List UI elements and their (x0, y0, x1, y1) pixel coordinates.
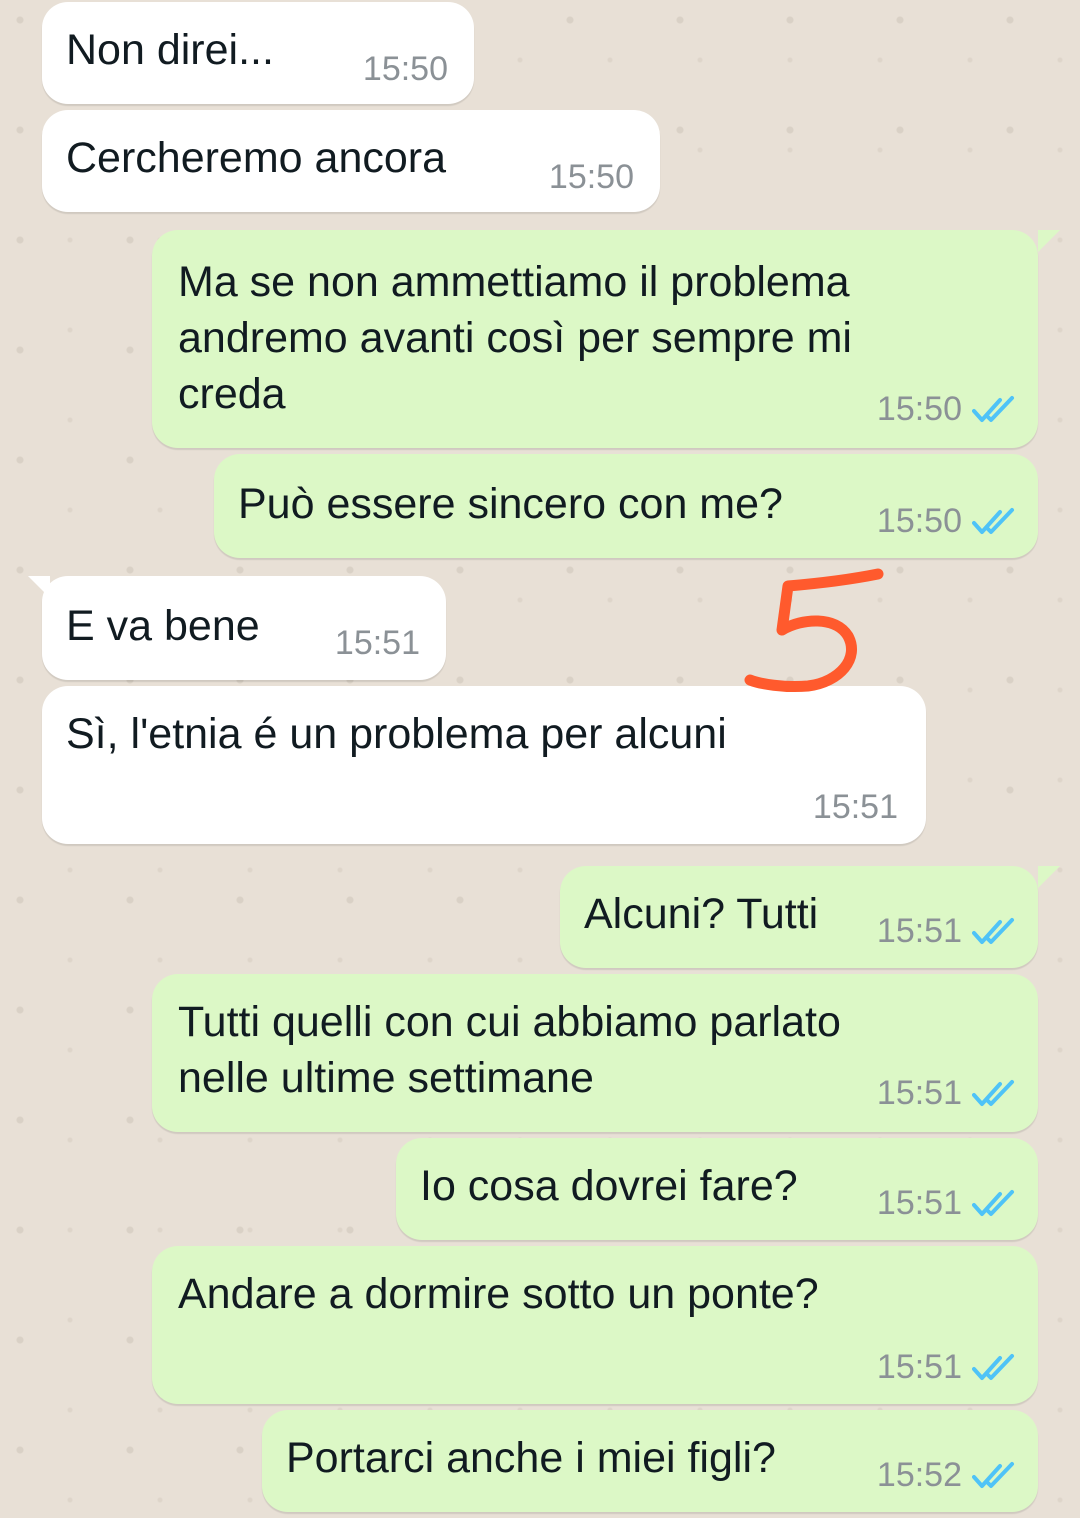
message-meta: 15:51 (877, 912, 1016, 951)
double-check-icon (972, 1189, 1014, 1216)
message-text: E va bene (66, 602, 260, 650)
message-text-line: andremo avanti così per sempre mi (178, 314, 852, 362)
double-check-icon (972, 507, 1014, 534)
message-time: 15:52 (876, 1456, 962, 1494)
message-time: 15:51 (876, 1184, 962, 1222)
outgoing-message-bubble[interactable]: Alcuni? Tutti 15:51 (560, 866, 1060, 968)
double-check-icon (972, 395, 1014, 422)
outgoing-message-bubble[interactable]: Tutti quelli con cui abbiamo parlato nel… (152, 974, 1038, 1132)
message-meta: 15:51 (877, 1074, 1016, 1113)
message-text: Io cosa dovrei fare? (420, 1162, 798, 1210)
message-meta: 15:51 (877, 1348, 1016, 1387)
message-text: Andare a dormire sotto un ponte? (178, 1270, 819, 1318)
outgoing-message-bubble[interactable]: Io cosa dovrei fare? 15:51 (396, 1138, 1038, 1240)
message-text: Sì, l'etnia é un problema per alcuni (66, 710, 727, 758)
message-meta: 15:51 (877, 1184, 1016, 1223)
incoming-message-bubble[interactable]: E va bene 15:51 (28, 576, 446, 680)
message-time: 15:50 (876, 502, 962, 540)
message-meta: 15:52 (877, 1456, 1016, 1495)
message-meta: 15:50 (877, 390, 1016, 429)
message-meta: 15:51 (813, 788, 898, 827)
outgoing-message-bubble[interactable]: Ma se non ammettiamo il problema andremo… (152, 230, 1060, 448)
message-time: 15:51 (876, 1348, 962, 1386)
message-meta: 15:50 (363, 50, 448, 89)
message-time: 15:51 (876, 912, 962, 950)
message-text-line: Tutti quelli con cui abbiamo parlato (178, 998, 841, 1046)
double-check-icon (972, 1079, 1014, 1106)
incoming-message-bubble[interactable]: Sì, l'etnia é un problema per alcuni 15:… (42, 686, 926, 844)
message-text: Può essere sincero con me? (238, 480, 783, 528)
double-check-icon (972, 1353, 1014, 1380)
message-text: Non direi... (66, 26, 274, 74)
double-check-icon (972, 917, 1014, 944)
message-time: 15:50 (876, 390, 962, 428)
message-text: Cercheremo ancora (66, 134, 447, 182)
message-meta: 15:50 (877, 502, 1016, 541)
outgoing-message-bubble[interactable]: Può essere sincero con me? 15:50 (214, 454, 1038, 558)
outgoing-message-bubble[interactable]: Portarci anche i miei figli? 15:52 (262, 1410, 1038, 1512)
message-meta: 15:51 (335, 624, 420, 663)
message-time: 15:51 (812, 788, 898, 826)
handwritten-number-annotation (744, 568, 884, 692)
double-check-icon (972, 1461, 1014, 1488)
outgoing-message-bubble[interactable]: Andare a dormire sotto un ponte? 15:51 (152, 1246, 1038, 1404)
message-text-line: creda (178, 370, 286, 418)
message-time: 15:50 (548, 158, 634, 196)
message-text-line: nelle ultime settimane (178, 1054, 594, 1102)
message-meta: 15:50 (549, 158, 634, 197)
message-text: Alcuni? Tutti (584, 890, 819, 938)
message-text-line: Ma se non ammettiamo il problema (178, 258, 850, 306)
incoming-message-bubble[interactable]: Cercheremo ancora 15:50 (42, 110, 660, 212)
message-time: 15:51 (876, 1074, 962, 1112)
message-time: 15:50 (362, 50, 448, 88)
message-text: Portarci anche i miei figli? (286, 1434, 776, 1482)
message-time: 15:51 (334, 624, 420, 662)
incoming-message-bubble[interactable]: Non direi... 15:50 (42, 2, 474, 104)
